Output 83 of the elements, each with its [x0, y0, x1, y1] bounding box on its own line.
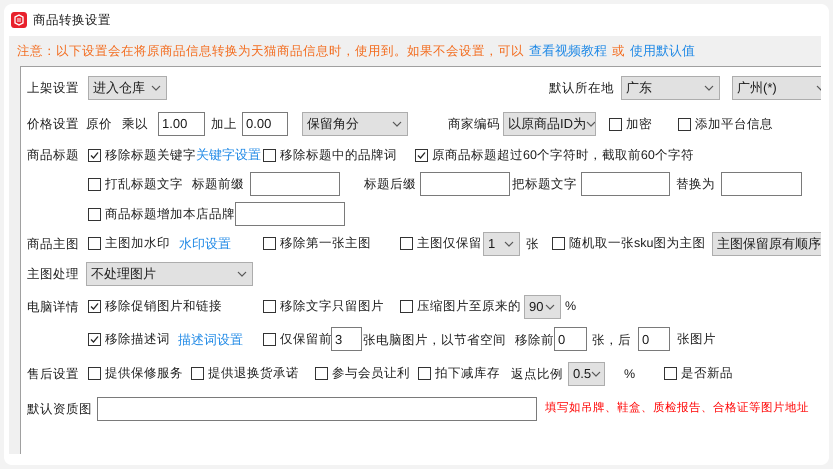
checkbox[interactable]: 打乱标题文字: [88, 174, 192, 194]
checkbox[interactable]: 移除标题关键字: [88, 146, 196, 164]
dropdown[interactable]: 保留角分: [302, 112, 408, 136]
field-label: 移除前: [515, 332, 554, 346]
field-label: 标题后缀: [364, 177, 416, 191]
dropdown[interactable]: 进入仓库: [88, 76, 167, 100]
field-label: 商品主图: [27, 236, 79, 250]
dropdown[interactable]: 0.5: [568, 362, 605, 386]
hint-text: 填写如吊牌、鞋盒、质检报告、合格证等图片地址: [545, 400, 809, 416]
field-label: 价格设置: [27, 117, 79, 131]
input-field[interactable]: [721, 172, 802, 196]
field-label: 返点比例: [511, 366, 563, 380]
checkbox[interactable]: 加密: [609, 114, 678, 134]
chevron-down-icon: [237, 271, 247, 277]
checkbox[interactable]: 移除标题中的品牌词: [263, 146, 415, 164]
app-logo-icon: [11, 12, 27, 28]
input-field[interactable]: 0: [554, 327, 587, 352]
input-field[interactable]: [420, 172, 510, 196]
notice-text: 或: [612, 42, 625, 60]
link[interactable]: 描述词设置: [178, 332, 243, 346]
input-field[interactable]: 0: [638, 327, 670, 352]
chevron-down-icon: [591, 370, 602, 376]
chevron-down-icon: [704, 85, 714, 91]
checkbox[interactable]: 提供保修服务: [88, 364, 191, 383]
chevron-down-icon: [151, 85, 161, 91]
link[interactable]: 关键字设置: [196, 147, 261, 162]
dropdown[interactable]: 以原商品ID为: [503, 112, 596, 136]
field-label: %: [624, 366, 636, 380]
input-field[interactable]: [97, 396, 537, 421]
checkbox[interactable]: 是否新品: [664, 364, 733, 383]
chevron-down-icon: [392, 121, 402, 127]
field-label: 替换为: [676, 177, 715, 191]
field-label: 把标题文字: [512, 177, 577, 191]
dropdown[interactable]: 广州(*): [732, 76, 821, 100]
checkbox[interactable]: 商品标题增加本店品牌: [88, 204, 235, 224]
input-field[interactable]: 0.00: [242, 112, 288, 136]
dropdown[interactable]: 不处理图片: [86, 262, 253, 286]
window-title: 商品转换设置: [33, 12, 111, 29]
checkbox[interactable]: 拍下减库存: [418, 364, 511, 383]
input-field[interactable]: [581, 172, 670, 196]
field-label: 默认所在地: [549, 81, 614, 95]
checkbox[interactable]: 随机取一张sku图为主图: [552, 234, 712, 253]
input-field[interactable]: 1.00: [158, 112, 205, 136]
field-label: 售后设置: [27, 366, 79, 380]
chevron-down-icon: [545, 304, 555, 310]
input-field[interactable]: [250, 172, 340, 196]
field-label: 张电脑图片，以节省空间: [363, 332, 506, 346]
field-label: 乘以: [122, 117, 148, 131]
keep-order-button[interactable]: 主图保留原有顺序: [712, 232, 821, 256]
checkbox[interactable]: 移除文字只留图片: [263, 297, 400, 316]
input-field[interactable]: [235, 202, 345, 226]
checkbox[interactable]: 移除描述词: [88, 330, 178, 349]
checkbox[interactable]: 添加平台信息: [678, 114, 773, 134]
field-label: 商品标题: [27, 148, 79, 162]
dropdown[interactable]: 广东: [621, 76, 720, 100]
checkbox[interactable]: 移除促销图片和链接: [88, 297, 263, 316]
chevron-down-icon: [504, 240, 514, 246]
field-label: 原价: [86, 117, 112, 131]
checkbox[interactable]: 主图加水印: [88, 234, 179, 253]
field-label: 上架设置: [27, 81, 79, 95]
checkbox[interactable]: 移除第一张主图: [263, 234, 400, 253]
checkbox[interactable]: 提供退换货承诺: [191, 364, 315, 383]
field-label: 电脑详情: [27, 300, 79, 314]
field-label: 主图处理: [27, 267, 79, 281]
field-label: 标题前缀: [192, 177, 244, 191]
input-field[interactable]: 3: [331, 327, 362, 352]
link[interactable]: 水印设置: [179, 236, 231, 250]
field-label: 加上: [211, 117, 237, 131]
dropdown[interactable]: 90: [524, 294, 561, 318]
checkbox[interactable]: 参与会员让利: [315, 364, 418, 383]
checkbox[interactable]: 主图仅保留: [400, 234, 483, 253]
field-label: 张图片: [677, 331, 716, 348]
checkbox[interactable]: 原商品标题超过60个字符时，截取前60个字符: [415, 146, 694, 164]
field-label: 张，后: [592, 332, 631, 346]
chevron-down-icon: [586, 121, 595, 127]
field-label: 商家编码: [448, 117, 500, 131]
field-label: %: [565, 298, 576, 316]
checkbox[interactable]: 仅保留前: [263, 330, 331, 349]
dropdown[interactable]: 1: [483, 232, 520, 256]
checkbox[interactable]: 压缩图片至原来的: [400, 297, 524, 316]
notice-text: 注意：以下设置会在将原商品信息转换为天猫商品信息时，使用到。如果不会设置，可以: [17, 42, 524, 60]
field-label: 默认资质图: [27, 402, 92, 416]
field-label: 张: [526, 236, 539, 250]
